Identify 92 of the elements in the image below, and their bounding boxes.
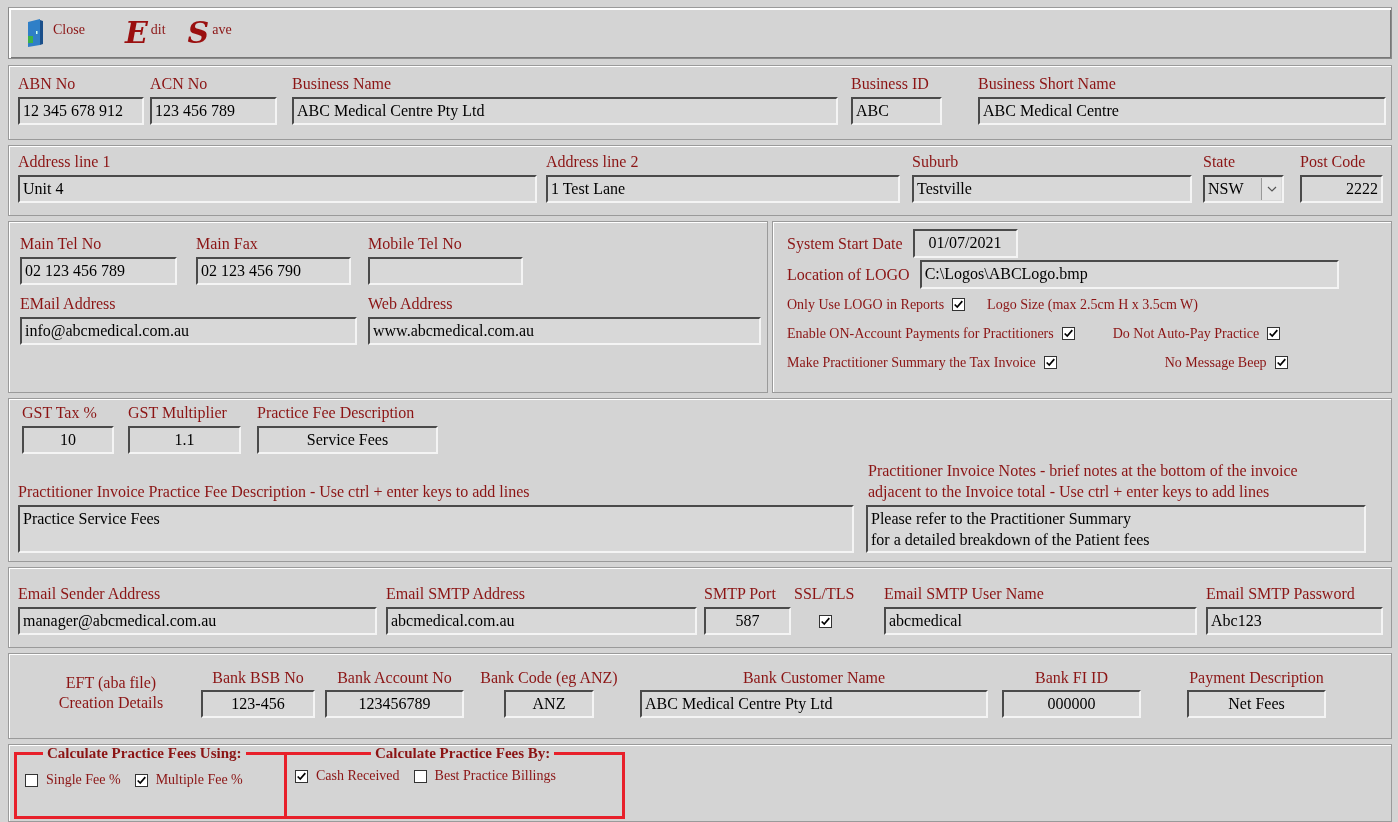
door-icon bbox=[25, 19, 45, 47]
text-field[interactable]: 2222 bbox=[1300, 175, 1383, 203]
text-field[interactable]: ABC Medical Centre Pty Ltd bbox=[292, 97, 838, 125]
field-label: Bank Customer Name bbox=[742, 668, 886, 688]
field-label: SSL/TLS bbox=[794, 584, 856, 604]
field-label: Email SMTP User Name bbox=[884, 584, 1045, 604]
text-field[interactable]: 02 123 456 789 bbox=[20, 257, 177, 285]
text-field[interactable]: 01/07/2021 bbox=[912, 229, 1018, 258]
field-label: Post Code bbox=[1300, 152, 1367, 172]
field-label: ACN No bbox=[150, 74, 209, 94]
text-field[interactable]: 12 345 678 912 bbox=[18, 97, 144, 125]
section-title: EFT (aba file) Creation Details bbox=[57, 673, 165, 713]
checkbox[interactable] bbox=[25, 773, 38, 787]
field-label: Payment Description bbox=[1189, 668, 1324, 688]
text-field[interactable]: 587 bbox=[704, 607, 791, 635]
text-field[interactable]: www.abcmedical.com.au bbox=[368, 317, 761, 345]
text-field[interactable]: info@abcmedical.com.au bbox=[20, 317, 357, 345]
text-field[interactable]: ABC Medical Centre bbox=[978, 97, 1386, 125]
checkbox[interactable] bbox=[413, 769, 427, 783]
checkbox[interactable] bbox=[952, 298, 966, 311]
field-label: SMTP Port bbox=[704, 584, 777, 604]
text-area[interactable]: Please refer to the Practitioner Summary for a detailed breakdown of the Patient fees bbox=[866, 505, 1366, 553]
checkbox-label: Enable ON-Account Payments for Practitioners bbox=[787, 325, 1054, 342]
text-field[interactable]: C:\Logos\ABCLogo.bmp bbox=[919, 260, 1339, 289]
field-label: Address line 1 bbox=[18, 152, 112, 172]
checkbox-label: Do Not Auto-Pay Practice bbox=[1112, 325, 1260, 342]
text-field[interactable]: 123-456 bbox=[201, 690, 315, 718]
checkbox[interactable] bbox=[134, 773, 148, 787]
text-field[interactable]: abcmedical.com.au bbox=[386, 607, 697, 635]
group-title: Calculate Practice Fees By: bbox=[374, 745, 552, 762]
text-field[interactable]: 02 123 456 790 bbox=[196, 257, 351, 285]
text-field[interactable]: abcmedical bbox=[884, 607, 1197, 635]
field-label: Business ID bbox=[851, 74, 930, 94]
text-field[interactable]: 123 456 789 bbox=[150, 97, 277, 125]
text-field[interactable]: manager@abcmedical.com.au bbox=[18, 607, 377, 635]
field-label: ABN No bbox=[18, 74, 77, 94]
close-button[interactable]: Close bbox=[25, 19, 85, 47]
checkbox-label: Single Fee % bbox=[46, 772, 121, 788]
field-label: Bank Code (eg ANZ) bbox=[480, 668, 618, 688]
field-label: Bank FI ID bbox=[1035, 668, 1108, 688]
field-label: Main Fax bbox=[196, 234, 259, 254]
checkbox-label: Cash Received bbox=[316, 768, 400, 784]
checkbox-label: Make Practitioner Summary the Tax Invoice bbox=[787, 354, 1036, 371]
checkbox-label: Best Practice Billings bbox=[434, 768, 556, 784]
field-label: Practitioner Invoice Practice Fee Description - Use ctrl + enter keys to add lines bbox=[18, 482, 531, 502]
text-field[interactable]: 123456789 bbox=[325, 690, 464, 718]
field-label: Location of LOGO bbox=[787, 264, 910, 285]
field-label: Bank Account No bbox=[337, 668, 452, 688]
text-field[interactable]: Net Fees bbox=[1187, 690, 1326, 718]
dropdown-field[interactable]: NSW bbox=[1203, 175, 1284, 203]
field-label: GST Tax % bbox=[22, 403, 98, 423]
text-field[interactable]: 1.1 bbox=[128, 426, 241, 454]
hint-text: Logo Size (max 2.5cm H x 3.5cm W) bbox=[987, 296, 1198, 313]
field-label: Address line 2 bbox=[546, 152, 640, 172]
field-label: State bbox=[1203, 152, 1236, 172]
checkbox[interactable] bbox=[1061, 327, 1075, 340]
group-title: Calculate Practice Fees Using: bbox=[46, 745, 243, 762]
field-label: Email SMTP Address bbox=[386, 584, 526, 604]
text-field[interactable]: 000000 bbox=[1002, 690, 1141, 718]
field-label: GST Multiplier bbox=[128, 403, 228, 423]
text-field[interactable]: 10 bbox=[22, 426, 114, 454]
field-label: Email SMTP Password bbox=[1206, 584, 1356, 604]
checkbox-label: No Message Beep bbox=[1164, 354, 1267, 371]
field-label: Email Sender Address bbox=[18, 584, 162, 604]
field-label: Bank BSB No bbox=[212, 668, 304, 688]
text-field[interactable]: ABC bbox=[851, 97, 942, 125]
text-field[interactable]: Service Fees bbox=[257, 426, 438, 454]
field-label: Practitioner Invoice Notes - brief notes at the bottom of the invoice adjacent to the Invoice total - Use ctrl + enter keys to add lines bbox=[868, 461, 1299, 502]
field-label: System Start Date bbox=[787, 233, 903, 254]
checkbox[interactable] bbox=[1267, 327, 1281, 340]
checkbox-label: Only Use LOGO in Reports bbox=[787, 296, 945, 313]
text-area[interactable]: Practice Service Fees bbox=[18, 505, 854, 553]
field-label: Business Name bbox=[292, 74, 393, 94]
checkbox[interactable] bbox=[295, 769, 308, 783]
field-label: Business Short Name bbox=[978, 74, 1117, 94]
field-label: Mobile Tel No bbox=[368, 234, 463, 254]
field-label: Suburb bbox=[912, 152, 960, 172]
checkbox[interactable] bbox=[1043, 356, 1057, 369]
field-label: Practice Fee Description bbox=[257, 403, 416, 423]
checkbox[interactable] bbox=[818, 614, 832, 628]
text-field[interactable]: ANZ bbox=[504, 690, 594, 718]
text-field[interactable]: ABC Medical Centre Pty Ltd bbox=[640, 690, 988, 718]
text-field[interactable]: Testville bbox=[912, 175, 1192, 203]
field-label: EMail Address bbox=[20, 294, 117, 314]
text-field[interactable]: Unit 4 bbox=[18, 175, 537, 203]
field-label: Web Address bbox=[368, 294, 454, 314]
text-field[interactable]: Abc123 bbox=[1206, 607, 1383, 635]
checkbox[interactable] bbox=[1274, 356, 1288, 369]
field-label: Main Tel No bbox=[20, 234, 103, 254]
text-field[interactable]: 1 Test Lane bbox=[546, 175, 900, 203]
text-field[interactable] bbox=[368, 257, 523, 285]
checkbox-label: Multiple Fee % bbox=[155, 772, 243, 788]
